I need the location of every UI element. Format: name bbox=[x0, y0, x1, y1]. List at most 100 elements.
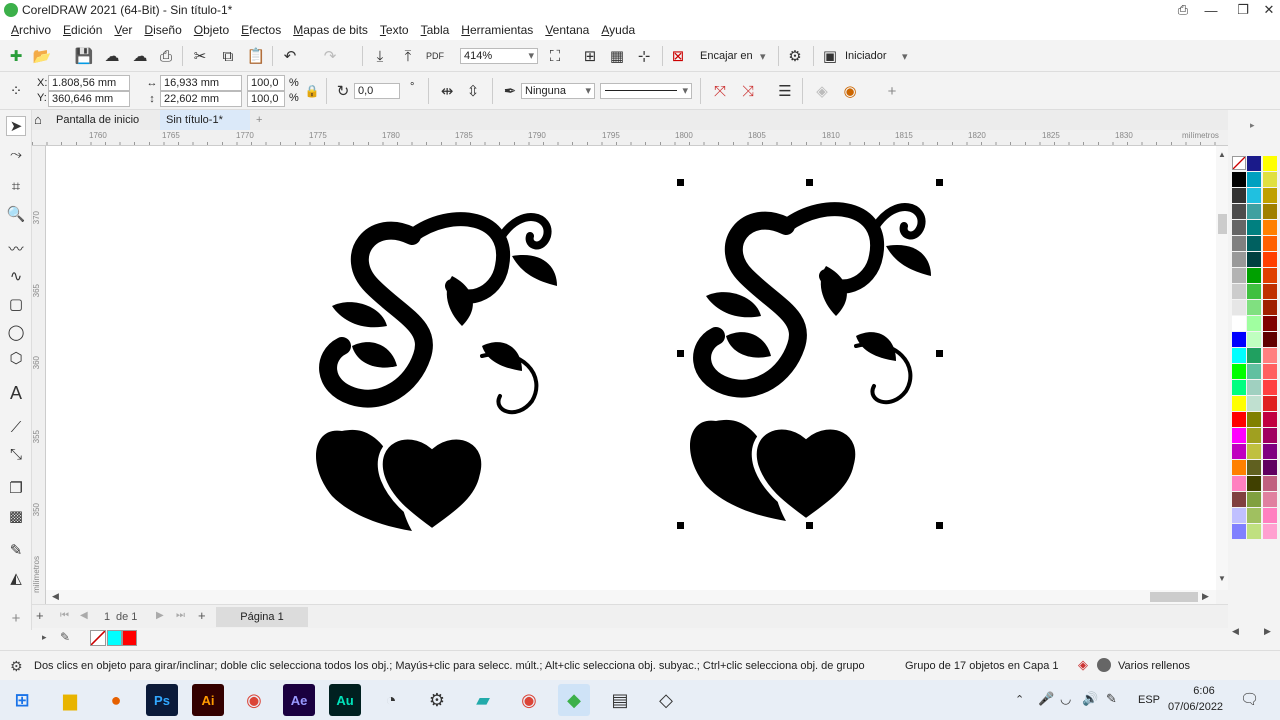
document-color-swatch[interactable] bbox=[107, 630, 122, 646]
color-swatch[interactable] bbox=[1263, 508, 1277, 524]
color-swatch[interactable] bbox=[1247, 524, 1261, 540]
windows-start-icon[interactable]: ⊞ bbox=[6, 684, 38, 716]
y-position-field[interactable]: 360,646 mm bbox=[48, 91, 130, 107]
color-swatch[interactable] bbox=[1263, 204, 1277, 220]
no-color-swatch[interactable] bbox=[90, 630, 106, 646]
zoom-field[interactable]: 414% ▾ bbox=[460, 48, 538, 64]
color-swatch[interactable] bbox=[1247, 508, 1261, 524]
save-icon[interactable]: 💾 bbox=[74, 46, 94, 66]
menu-objeto[interactable]: Objeto bbox=[194, 23, 229, 37]
color-swatch[interactable] bbox=[1247, 220, 1261, 236]
menu-archivo[interactable]: Archivo bbox=[11, 23, 51, 37]
color-swatch[interactable] bbox=[1263, 316, 1277, 332]
menu-mapas-de-bits[interactable]: Mapas de bits bbox=[293, 23, 368, 37]
zoom-to-page-icon[interactable]: ⛶ bbox=[545, 46, 565, 66]
color-swatch[interactable] bbox=[1232, 492, 1246, 508]
menu-diseno[interactable]: Diseño bbox=[144, 23, 181, 37]
user-icon[interactable]: ⎙ bbox=[1168, 0, 1198, 20]
color-swatch[interactable] bbox=[1263, 444, 1277, 460]
grid-icon[interactable]: ▦ bbox=[607, 46, 627, 66]
pick-tool-icon[interactable]: ➤ bbox=[6, 116, 26, 136]
chevron-down-icon[interactable]: ▾ bbox=[760, 50, 766, 63]
menu-efectos[interactable]: Efectos bbox=[241, 23, 281, 37]
palette-scroll-right-icon[interactable]: ▶ bbox=[1264, 626, 1271, 637]
palette-scroll-left-icon[interactable]: ◀ bbox=[1232, 626, 1239, 637]
crop-tool-icon[interactable]: ⌗ bbox=[6, 176, 26, 196]
color-swatch[interactable] bbox=[1263, 348, 1277, 364]
first-page-icon[interactable]: ⏮ bbox=[60, 610, 69, 621]
color-swatch[interactable] bbox=[1247, 236, 1261, 252]
color-swatch[interactable] bbox=[1247, 268, 1261, 284]
transparency-icon[interactable]: ▩ bbox=[6, 506, 26, 526]
color-swatch[interactable] bbox=[1232, 220, 1246, 236]
reference-point-icon[interactable]: ⁘ bbox=[6, 81, 26, 101]
add-tool-icon[interactable]: + bbox=[6, 608, 26, 628]
color-swatch[interactable] bbox=[1247, 412, 1261, 428]
app-icon[interactable]: ▰ bbox=[467, 684, 499, 716]
cloud-save-icon[interactable]: ☁ bbox=[130, 46, 150, 66]
import-icon[interactable]: ⤓ bbox=[370, 46, 390, 66]
paste-icon[interactable]: 📋 bbox=[246, 46, 266, 66]
polygon-tool-icon[interactable]: ⬡ bbox=[6, 348, 26, 368]
x-position-field[interactable]: 1.808,56 mm bbox=[48, 75, 130, 91]
color-swatch[interactable] bbox=[1263, 252, 1277, 268]
vertical-scrollbar[interactable]: ▲ ▼ bbox=[1216, 146, 1228, 590]
outline-width-select[interactable]: Ninguna ▾ bbox=[521, 83, 595, 99]
color-swatch[interactable] bbox=[1232, 508, 1246, 524]
color-swatch[interactable] bbox=[1232, 268, 1246, 284]
launcher-icon[interactable]: ▣ bbox=[820, 46, 840, 66]
color-swatch[interactable] bbox=[1263, 380, 1277, 396]
firefox-icon[interactable]: ● bbox=[100, 684, 132, 716]
artistic-media-icon[interactable]: ∿ bbox=[6, 266, 26, 286]
connector-tool-icon[interactable]: ⤡ bbox=[6, 444, 26, 464]
color-swatch[interactable] bbox=[1247, 444, 1261, 460]
cloud-open-icon[interactable]: ☁ bbox=[102, 46, 122, 66]
menu-edicion[interactable]: Edición bbox=[63, 23, 102, 37]
color-swatch[interactable] bbox=[1232, 204, 1246, 220]
color-swatch[interactable] bbox=[1247, 204, 1261, 220]
new-document-icon[interactable]: ✚ bbox=[6, 46, 26, 66]
color-swatch[interactable] bbox=[1263, 364, 1277, 380]
home-icon[interactable]: ⌂ bbox=[32, 110, 50, 130]
color-swatch[interactable] bbox=[1263, 524, 1277, 540]
color-swatch[interactable] bbox=[1247, 364, 1261, 380]
height-field[interactable]: 22,602 mm bbox=[160, 91, 242, 107]
color-swatch[interactable] bbox=[1263, 332, 1277, 348]
color-swatch[interactable] bbox=[1247, 476, 1261, 492]
mirror-vertical-icon[interactable]: ⇳ bbox=[463, 81, 483, 101]
open-icon[interactable]: 📂 bbox=[32, 46, 52, 66]
notifications-icon[interactable]: 🗨 bbox=[1240, 690, 1259, 708]
chrome-icon[interactable]: ◉ bbox=[238, 684, 270, 716]
drawing-canvas[interactable] bbox=[46, 146, 1216, 590]
microphone-icon[interactable]: 🎤 bbox=[1038, 691, 1054, 707]
line-style-select[interactable]: ▾ bbox=[600, 83, 692, 99]
color-swatch[interactable] bbox=[1232, 188, 1246, 204]
rectangle-tool-icon[interactable]: ▢ bbox=[6, 294, 26, 314]
tab-welcome-screen[interactable]: Pantalla de inicio bbox=[50, 110, 166, 130]
color-swatch[interactable] bbox=[1263, 412, 1277, 428]
language-indicator[interactable]: ESP bbox=[1138, 694, 1160, 706]
color-swatch[interactable] bbox=[1232, 300, 1246, 316]
last-page-icon[interactable]: ⏭ bbox=[176, 610, 185, 621]
color-swatch[interactable] bbox=[1263, 396, 1277, 412]
gear-icon[interactable]: ⚙ bbox=[785, 46, 805, 66]
mirror-horizontal-icon[interactable]: ⇹ bbox=[437, 81, 457, 101]
no-fill-swatch[interactable] bbox=[1232, 156, 1246, 170]
color-swatch[interactable] bbox=[1247, 428, 1261, 444]
selection-handle[interactable] bbox=[806, 522, 813, 529]
menu-ayuda[interactable]: Ayuda bbox=[601, 23, 635, 37]
color-swatch[interactable] bbox=[1247, 172, 1261, 188]
selection-handle[interactable] bbox=[936, 350, 943, 357]
color-swatch[interactable] bbox=[1263, 476, 1277, 492]
new-tab-button[interactable]: + bbox=[250, 110, 268, 130]
text-tool-icon[interactable]: A bbox=[6, 383, 26, 403]
menu-tabla[interactable]: Tabla bbox=[421, 23, 450, 37]
color-swatch[interactable] bbox=[1232, 316, 1246, 332]
color-swatch[interactable] bbox=[1263, 460, 1277, 476]
color-swatch[interactable] bbox=[1232, 444, 1246, 460]
layers-icon[interactable]: ◉ bbox=[840, 81, 860, 101]
settings-icon[interactable]: ⚙ bbox=[421, 684, 453, 716]
outline-pen-icon[interactable]: ✒ bbox=[500, 81, 520, 101]
zoom-tool-icon[interactable]: 🔍 bbox=[6, 204, 26, 224]
selection-handle[interactable] bbox=[677, 350, 684, 357]
